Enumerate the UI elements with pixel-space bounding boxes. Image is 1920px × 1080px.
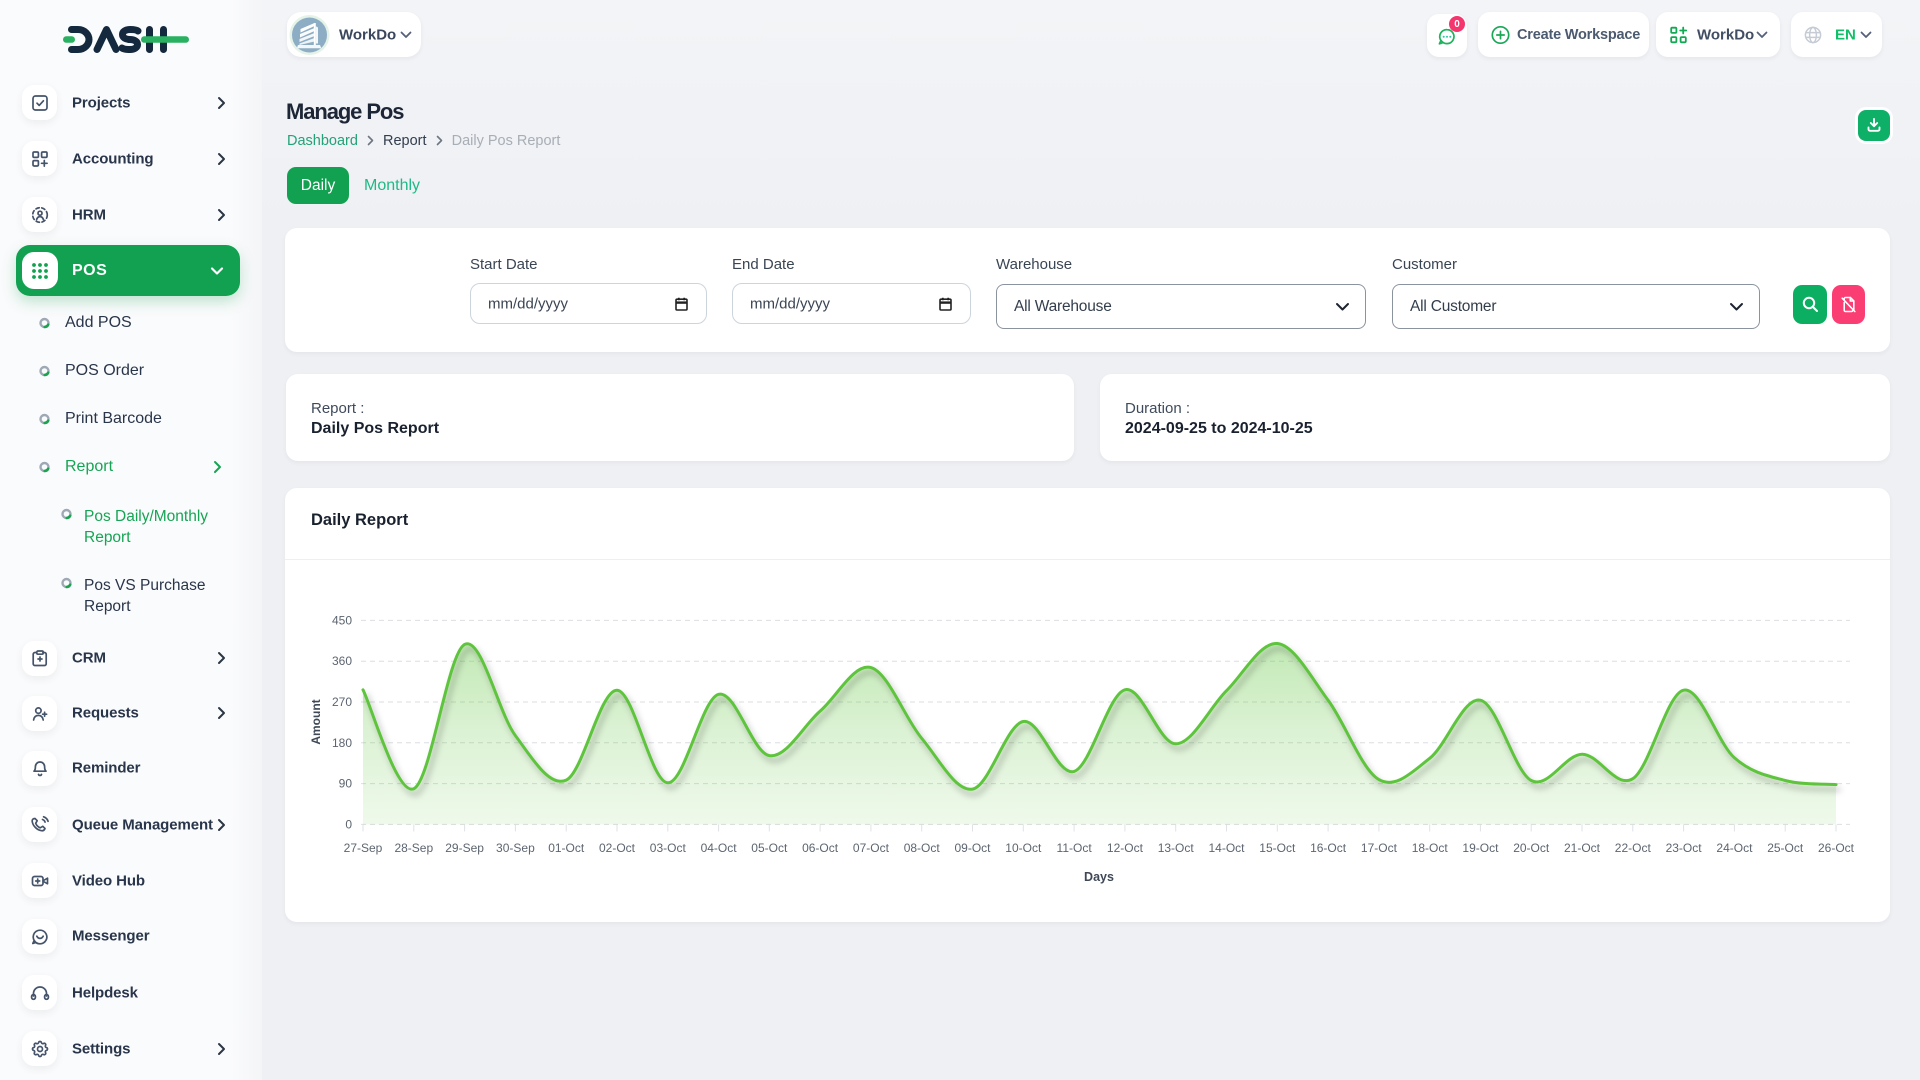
svg-text:180: 180: [332, 736, 352, 750]
svg-text:18-Oct: 18-Oct: [1412, 841, 1449, 855]
svg-text:450: 450: [332, 613, 352, 627]
svg-text:360: 360: [332, 654, 352, 668]
svg-text:29-Sep: 29-Sep: [445, 841, 484, 855]
svg-text:10-Oct: 10-Oct: [1005, 841, 1042, 855]
svg-text:22-Oct: 22-Oct: [1615, 841, 1652, 855]
svg-text:02-Oct: 02-Oct: [599, 841, 636, 855]
svg-text:03-Oct: 03-Oct: [650, 841, 687, 855]
svg-text:14-Oct: 14-Oct: [1208, 841, 1245, 855]
svg-text:12-Oct: 12-Oct: [1107, 841, 1144, 855]
svg-text:27-Sep: 27-Sep: [344, 841, 383, 855]
svg-text:Amount: Amount: [309, 699, 323, 744]
svg-text:04-Oct: 04-Oct: [701, 841, 738, 855]
svg-text:270: 270: [332, 695, 352, 709]
svg-text:19-Oct: 19-Oct: [1462, 841, 1499, 855]
svg-text:90: 90: [339, 777, 353, 791]
svg-text:08-Oct: 08-Oct: [904, 841, 941, 855]
svg-text:09-Oct: 09-Oct: [954, 841, 991, 855]
svg-text:28-Sep: 28-Sep: [394, 841, 433, 855]
svg-text:21-Oct: 21-Oct: [1564, 841, 1601, 855]
svg-text:20-Oct: 20-Oct: [1513, 841, 1550, 855]
svg-text:0: 0: [345, 817, 352, 831]
svg-text:01-Oct: 01-Oct: [548, 841, 585, 855]
svg-text:15-Oct: 15-Oct: [1259, 841, 1296, 855]
svg-text:05-Oct: 05-Oct: [751, 841, 788, 855]
svg-text:13-Oct: 13-Oct: [1158, 841, 1195, 855]
svg-text:11-Oct: 11-Oct: [1057, 841, 1093, 855]
svg-text:Days: Days: [1084, 870, 1114, 884]
svg-text:25-Oct: 25-Oct: [1767, 841, 1804, 855]
svg-text:26-Oct: 26-Oct: [1818, 841, 1855, 855]
svg-text:16-Oct: 16-Oct: [1310, 841, 1347, 855]
svg-text:06-Oct: 06-Oct: [802, 841, 839, 855]
svg-text:24-Oct: 24-Oct: [1716, 841, 1753, 855]
svg-text:07-Oct: 07-Oct: [853, 841, 890, 855]
svg-text:30-Sep: 30-Sep: [496, 841, 535, 855]
svg-text:17-Oct: 17-Oct: [1361, 841, 1398, 855]
svg-text:23-Oct: 23-Oct: [1666, 841, 1703, 855]
